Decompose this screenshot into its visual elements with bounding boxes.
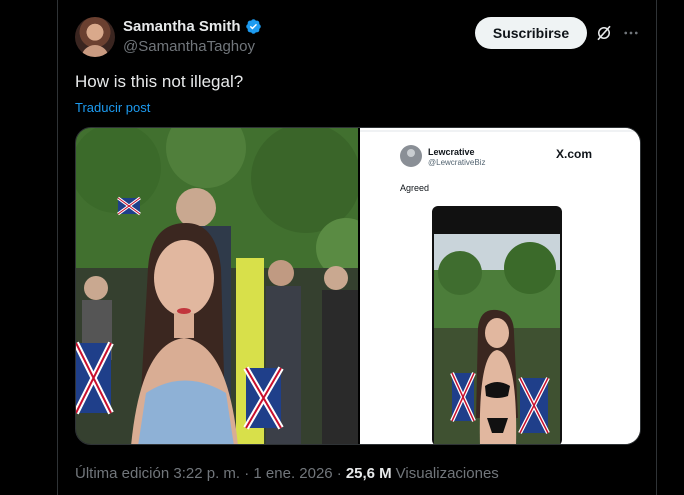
author-name[interactable]: Samantha Smith	[123, 18, 241, 35]
more-horizontal-icon[interactable]	[622, 24, 640, 42]
views-label: Visualizaciones	[395, 465, 499, 482]
timeline-border-right	[656, 0, 657, 495]
screenshot-illustration	[360, 128, 640, 444]
avatar-figure	[81, 45, 109, 57]
translate-post-link[interactable]: Traducir post	[75, 100, 150, 115]
timeline-border-left	[57, 0, 58, 495]
photo-crowd[interactable]	[76, 128, 358, 444]
embedded-site-label: X.com	[556, 147, 593, 161]
media-grid: Lewcrative @LewcrativeBiz X.com Agreed	[75, 127, 641, 445]
embedded-post-text: Agreed	[400, 183, 430, 193]
post-author: Samantha Smith @SamanthaTaghoy	[123, 17, 262, 55]
edited-timestamp[interactable]: Última edición 3:22 p. m. · 1 ene. 2026 …	[75, 465, 342, 482]
verified-badge-icon[interactable]	[245, 18, 262, 35]
views-count: 25,6 M	[345, 465, 392, 482]
subscribe-button[interactable]: Suscribirse	[475, 17, 587, 49]
crowd-photo-illustration	[76, 128, 358, 444]
post-text: How is this not illegal?	[75, 72, 244, 91]
grok-icon[interactable]	[595, 24, 613, 42]
author-name-row: Samantha Smith	[123, 17, 262, 36]
post-meta: Última edición 3:22 p. m. · 1 ene. 2026 …	[75, 465, 499, 482]
embedded-author-handle: @LewcrativeBiz	[428, 158, 486, 167]
avatar[interactable]	[75, 17, 115, 57]
embedded-author-name: Lewcrative	[428, 147, 475, 157]
author-handle[interactable]: @SamanthaTaghoy	[123, 38, 262, 55]
photo-screenshot[interactable]: Lewcrative @LewcrativeBiz X.com Agreed	[360, 128, 640, 444]
